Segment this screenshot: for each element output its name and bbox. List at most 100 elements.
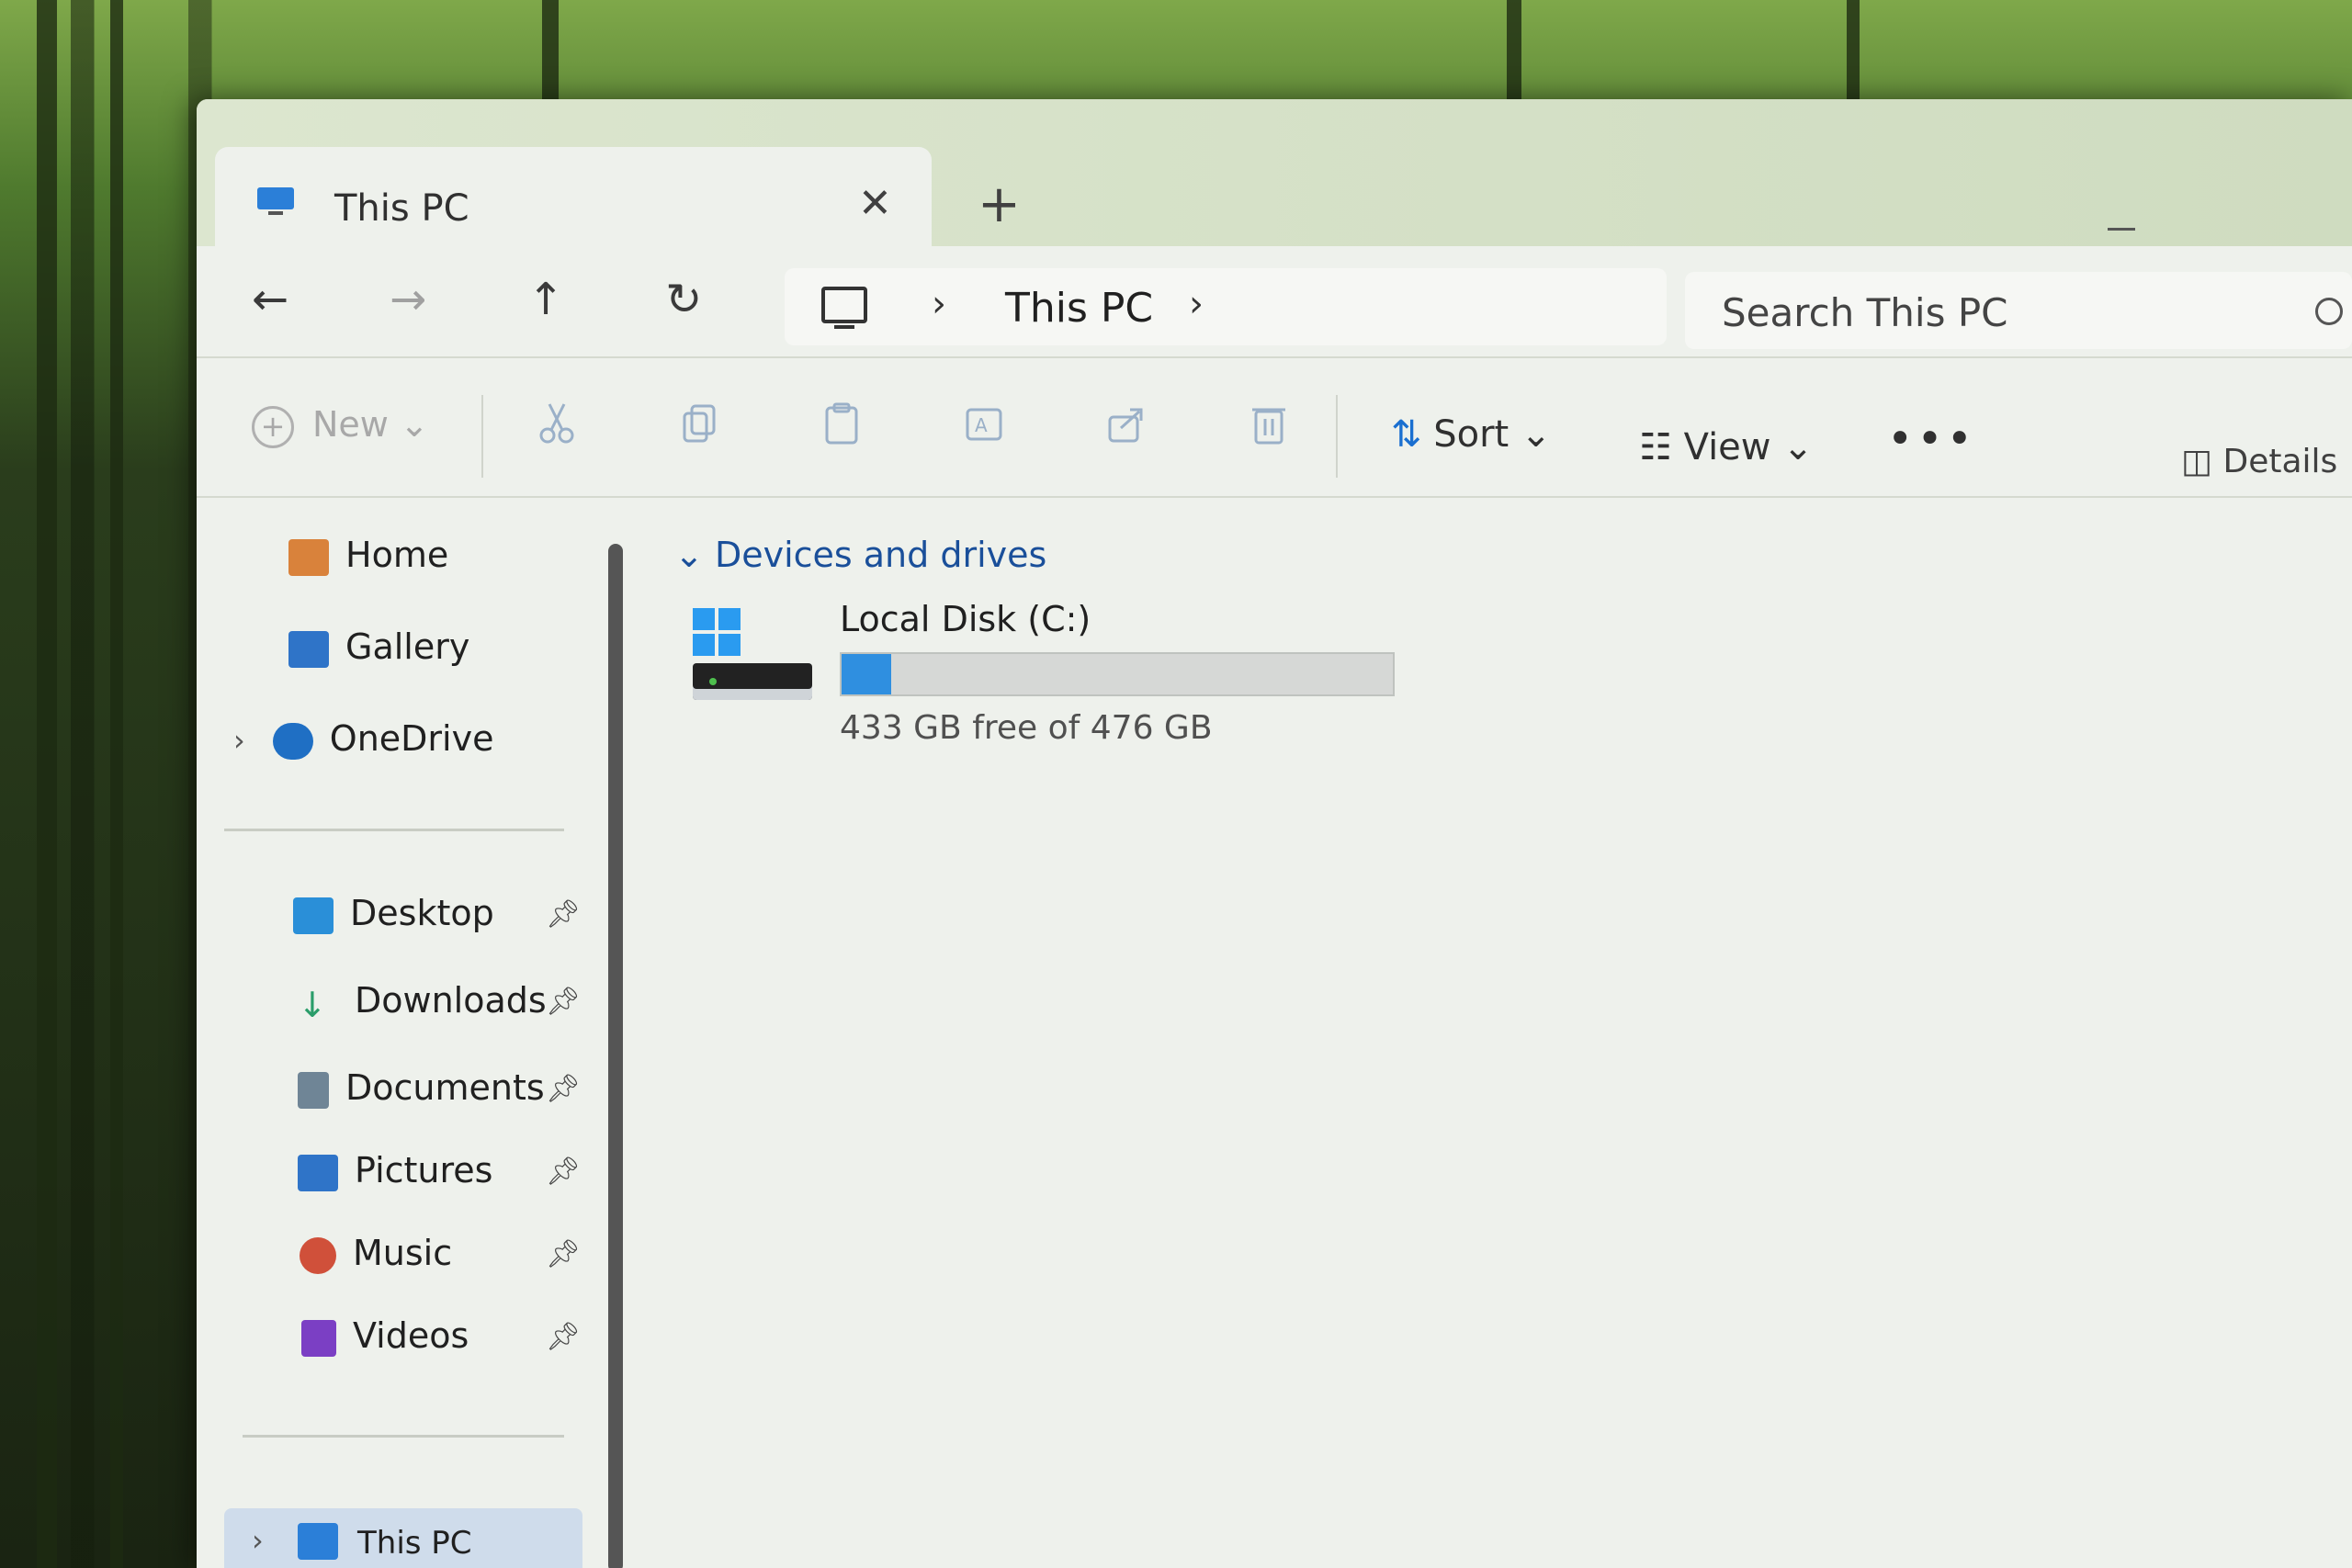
paste-icon[interactable]	[821, 400, 862, 446]
toolbar-divider	[1336, 395, 1338, 478]
title-bar: This PC ✕ +	[197, 99, 2352, 277]
sidebar-item-label: Downloads	[355, 980, 547, 1021]
search-input[interactable]: Search This PC	[1685, 272, 2352, 349]
scissors-icon[interactable]	[537, 400, 577, 446]
pin-icon[interactable]: 📌︎	[546, 986, 581, 1018]
drive-name: Local Disk (C:)	[840, 599, 1091, 639]
sidebar-item-gallery[interactable]: Gallery	[288, 626, 469, 668]
chevron-right-icon: ›	[233, 723, 245, 758]
sidebar-item-label: Documents	[345, 1067, 545, 1108]
view-button-label: View	[1683, 426, 1771, 468]
view-button[interactable]: ☷ View ⌄	[1639, 426, 1814, 468]
sidebar-item-label: Videos	[353, 1315, 469, 1356]
group-header-devices-and-drives[interactable]: ⌄ Devices and drives	[674, 535, 1046, 575]
onedrive-icon	[272, 722, 313, 760]
more-options-button[interactable]: •••	[1887, 413, 1976, 465]
up-button[interactable]: ↑	[527, 274, 564, 325]
home-icon	[288, 538, 329, 576]
this-pc-icon	[821, 287, 867, 329]
command-bar: + New ⌄ A ⇅ Sort ⌄ ☷ View ⌄ ••• ◫ Detail…	[197, 358, 2352, 498]
sidebar-item-label: This PC	[357, 1525, 472, 1562]
refresh-button[interactable]: ↻	[665, 274, 702, 325]
music-icon	[300, 1236, 336, 1274]
chevron-down-icon: ⌄	[674, 535, 704, 575]
plus-icon: +	[252, 406, 294, 448]
sidebar-item-home[interactable]: Home	[288, 535, 448, 576]
navigation-pane: Home Gallery › OneDrive Desktop 📌︎ ↓ Downl…	[197, 498, 623, 1568]
pin-icon[interactable]: 📌︎	[546, 1321, 581, 1353]
sidebar-item-label: Music	[353, 1233, 453, 1273]
sidebar-item-this-pc[interactable]: › This PC	[224, 1508, 582, 1568]
content-pane: ⌄ Devices and drives Local Disk (C:) 433…	[638, 498, 2352, 1568]
monitor-icon	[298, 1523, 338, 1560]
new-tab-button[interactable]: +	[978, 175, 1021, 234]
sidebar-item-downloads[interactable]: ↓ Downloads	[298, 980, 547, 1025]
back-button[interactable]: ←	[252, 274, 288, 325]
new-button-label: New	[312, 404, 389, 445]
file-explorer-window: This PC ✕ + ← → ↑ ↻ › This PC › Search T…	[197, 99, 2352, 1568]
sidebar-divider	[224, 829, 564, 831]
sidebar-item-desktop[interactable]: Desktop	[293, 893, 494, 934]
forward-button[interactable]: →	[390, 274, 426, 325]
sidebar-scrollbar[interactable]	[608, 544, 623, 1568]
breadcrumb-this-pc[interactable]: This PC	[1005, 285, 1153, 332]
pin-icon[interactable]: 📌︎	[546, 1156, 581, 1188]
tab-label: This PC	[334, 187, 469, 230]
search-icon	[2315, 298, 2343, 325]
pin-icon[interactable]: 📌︎	[546, 898, 581, 931]
drive-usage-bar	[840, 652, 1395, 696]
view-icon: ☷	[1639, 426, 1672, 468]
toolbar-divider	[481, 395, 483, 478]
sidebar-item-music[interactable]: Music	[300, 1233, 452, 1274]
address-bar[interactable]: › This PC ›	[785, 268, 1667, 345]
drive-free-space: 433 GB free of 476 GB	[840, 709, 1213, 747]
sidebar-item-label: Desktop	[350, 893, 494, 933]
monitor-icon	[257, 187, 294, 215]
chevron-down-icon: ⌄	[1520, 413, 1552, 456]
trash-icon[interactable]	[1249, 400, 1289, 446]
windows-logo-icon	[693, 608, 741, 656]
sort-button[interactable]: ⇅ Sort ⌄	[1391, 413, 1551, 456]
sort-icon: ⇅	[1391, 413, 1422, 456]
pictures-icon	[298, 1154, 338, 1191]
details-pane-button[interactable]: ◫ Details	[2181, 443, 2337, 480]
videos-icon	[301, 1319, 336, 1357]
sidebar-item-documents[interactable]: Documents	[298, 1067, 545, 1109]
breadcrumb-separator[interactable]: ›	[1189, 283, 1204, 325]
chevron-down-icon: ⌄	[399, 404, 429, 445]
group-header-label: Devices and drives	[714, 535, 1047, 575]
minimize-button[interactable]	[2108, 228, 2135, 231]
sidebar-item-label: OneDrive	[329, 718, 494, 759]
drive-led	[709, 678, 717, 685]
chevron-right-icon: ›	[252, 1523, 264, 1558]
sidebar-item-onedrive[interactable]: › OneDrive	[233, 718, 493, 760]
sidebar-item-label: Gallery	[345, 626, 470, 667]
search-placeholder: Search This PC	[1722, 290, 2008, 335]
sidebar-item-pictures[interactable]: Pictures	[298, 1150, 492, 1191]
chevron-down-icon: ⌄	[1782, 426, 1814, 468]
breadcrumb-separator[interactable]: ›	[932, 283, 946, 325]
drive-item-local-disk-c[interactable]: Local Disk (C:) 433 GB free of 476 GB	[693, 590, 1428, 773]
tab-this-pc[interactable]: This PC ✕	[215, 147, 932, 250]
pin-icon[interactable]: 📌︎	[546, 1073, 581, 1105]
sidebar-divider	[243, 1435, 564, 1438]
svg-text:A: A	[975, 414, 988, 436]
new-button[interactable]: + New ⌄	[252, 404, 429, 448]
sidebar-item-label: Home	[345, 535, 449, 575]
drive-usage-fill	[842, 654, 891, 694]
details-pane-icon: ◫	[2181, 443, 2213, 480]
sidebar-item-label: Pictures	[355, 1150, 493, 1190]
documents-icon	[298, 1071, 329, 1109]
gallery-icon	[288, 630, 329, 668]
downloads-icon: ↓	[298, 984, 327, 1025]
navigation-bar: ← → ↑ ↻ › This PC › Search This PC	[197, 246, 2352, 358]
sidebar-item-videos[interactable]: Videos	[301, 1315, 469, 1357]
rename-icon[interactable]: A	[964, 400, 1004, 446]
close-tab-button[interactable]: ✕	[858, 180, 892, 227]
sort-button-label: Sort	[1433, 413, 1510, 456]
share-icon[interactable]	[1106, 400, 1147, 446]
details-button-label: Details	[2222, 443, 2338, 480]
desktop-icon	[293, 897, 334, 934]
copy-icon[interactable]	[679, 400, 719, 446]
pin-icon[interactable]: 📌︎	[546, 1238, 581, 1270]
